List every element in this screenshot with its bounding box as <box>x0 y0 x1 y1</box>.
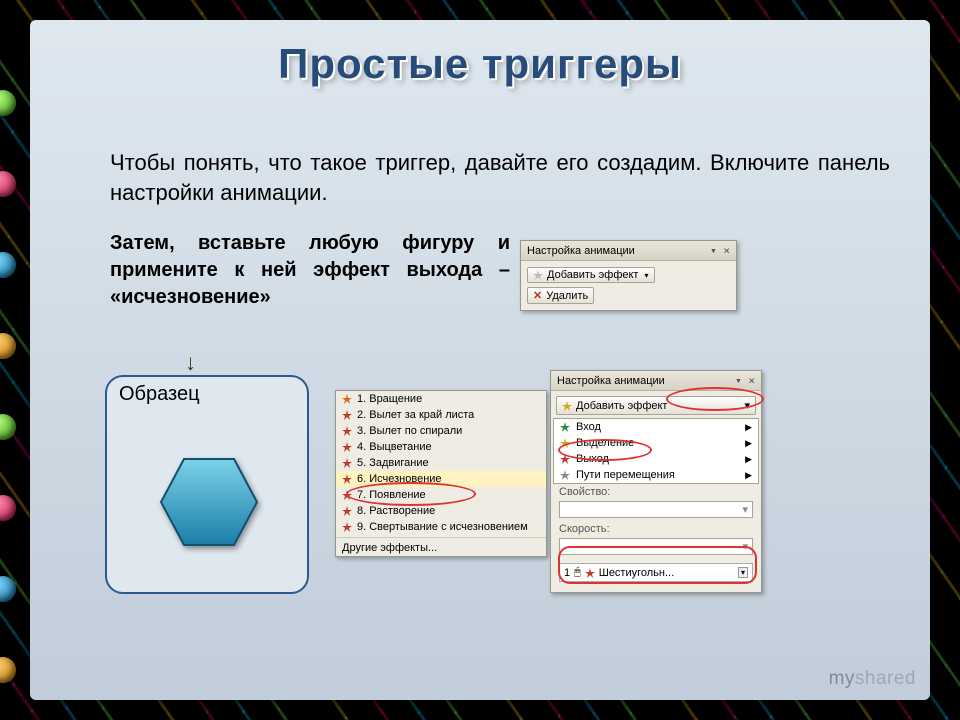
effect-item[interactable]: 7. Появление <box>336 487 546 503</box>
dot-pink <box>0 495 16 521</box>
add-effect-label: Добавить эффект <box>547 269 638 281</box>
effect-item[interactable]: 1. Вращение <box>336 391 546 407</box>
effect-item[interactable]: 8. Растворение <box>336 503 546 519</box>
dot-orange <box>0 657 16 683</box>
menu-item-emphasis[interactable]: Выделение▶ <box>554 435 758 451</box>
effect-item[interactable]: 9. Свертывание с исчезновением <box>336 519 546 535</box>
animation-panel-main: Настройка анимации ▾ × Добавить эффект ▾… <box>550 370 762 593</box>
effects-list-panel: 1. Вращение 2. Вылет за край листа 3. Вы… <box>335 390 547 557</box>
panel-title-text: Настройка анимации <box>527 245 635 257</box>
dot-green <box>0 414 16 440</box>
close-icon[interactable]: ▾ × <box>735 374 755 387</box>
more-effects[interactable]: Другие эффекты... <box>336 537 546 556</box>
dot-green <box>0 90 16 116</box>
menu-item-entrance[interactable]: Вход▶ <box>554 419 758 435</box>
instruction-paragraph: Затем, вставьте любую фигуру и примените… <box>110 230 510 311</box>
effect-name: Шестиугольн... <box>599 567 674 579</box>
slide: Простые триггеры Чтобы понять, что такое… <box>30 20 930 700</box>
watermark: myshared <box>829 668 916 690</box>
intro-paragraph: Чтобы понять, что такое триггер, давайте… <box>110 148 890 207</box>
star-icon <box>533 270 543 280</box>
applied-effect-row[interactable]: 1 🖱 Шестиугольн... ▾ <box>559 563 753 582</box>
menu-item-exit[interactable]: Выход▶ <box>554 451 758 467</box>
panel-title-text: Настройка анимации <box>557 375 665 387</box>
mouse-icon: 🖱 <box>574 566 581 579</box>
delete-x-icon: ✕ <box>533 289 542 302</box>
delete-button[interactable]: ✕ Удалить <box>527 287 594 304</box>
effect-item[interactable]: 3. Вылет по спирали <box>336 423 546 439</box>
property-select[interactable]: ▾ <box>559 501 753 518</box>
close-icon[interactable]: ▾ × <box>710 244 730 257</box>
slide-dots <box>0 90 16 683</box>
slide-title: Простые триггеры <box>30 40 930 88</box>
chevron-down-icon[interactable]: ▾ <box>738 567 748 578</box>
effect-index: 1 <box>564 567 570 579</box>
panel-title-bar: Настройка анимации ▾ × <box>521 241 736 261</box>
menu-item-motion-paths[interactable]: Пути перемещения▶ <box>554 467 758 483</box>
speed-label: Скорость: <box>553 521 759 537</box>
add-effect-dropdown[interactable]: Добавить эффект ▾ <box>556 396 756 415</box>
effect-item[interactable]: 2. Вылет за край листа <box>336 407 546 423</box>
effect-type-submenu: Вход▶ Выделение▶ Выход▶ Пути перемещения… <box>553 418 759 484</box>
delete-label: Удалить <box>546 290 588 302</box>
sample-label: Образец <box>119 383 200 406</box>
panel-title-bar: Настройка анимации ▾ × <box>551 371 761 391</box>
add-effect-button[interactable]: Добавить эффект ▾ <box>527 267 655 283</box>
arrow-down-icon: ↓ <box>185 350 196 376</box>
property-label: Свойство: <box>553 484 759 500</box>
chevron-down-icon: ▾ <box>744 399 750 412</box>
sample-frame: Образец <box>105 375 309 594</box>
star-icon <box>562 401 572 411</box>
effect-item-highlighted[interactable]: 6. Исчезновение <box>336 471 546 487</box>
star-icon <box>585 568 595 578</box>
effect-item[interactable]: 5. Задвигание <box>336 455 546 471</box>
dot-blue <box>0 576 16 602</box>
effect-item[interactable]: 4. Выцветание <box>336 439 546 455</box>
animation-panel-small: Настройка анимации ▾ × Добавить эффект ▾… <box>520 240 737 311</box>
dot-blue <box>0 252 16 278</box>
hexagon-shape <box>159 457 259 547</box>
speed-select[interactable]: ▾ <box>559 538 753 555</box>
dot-pink <box>0 171 16 197</box>
dot-orange <box>0 333 16 359</box>
